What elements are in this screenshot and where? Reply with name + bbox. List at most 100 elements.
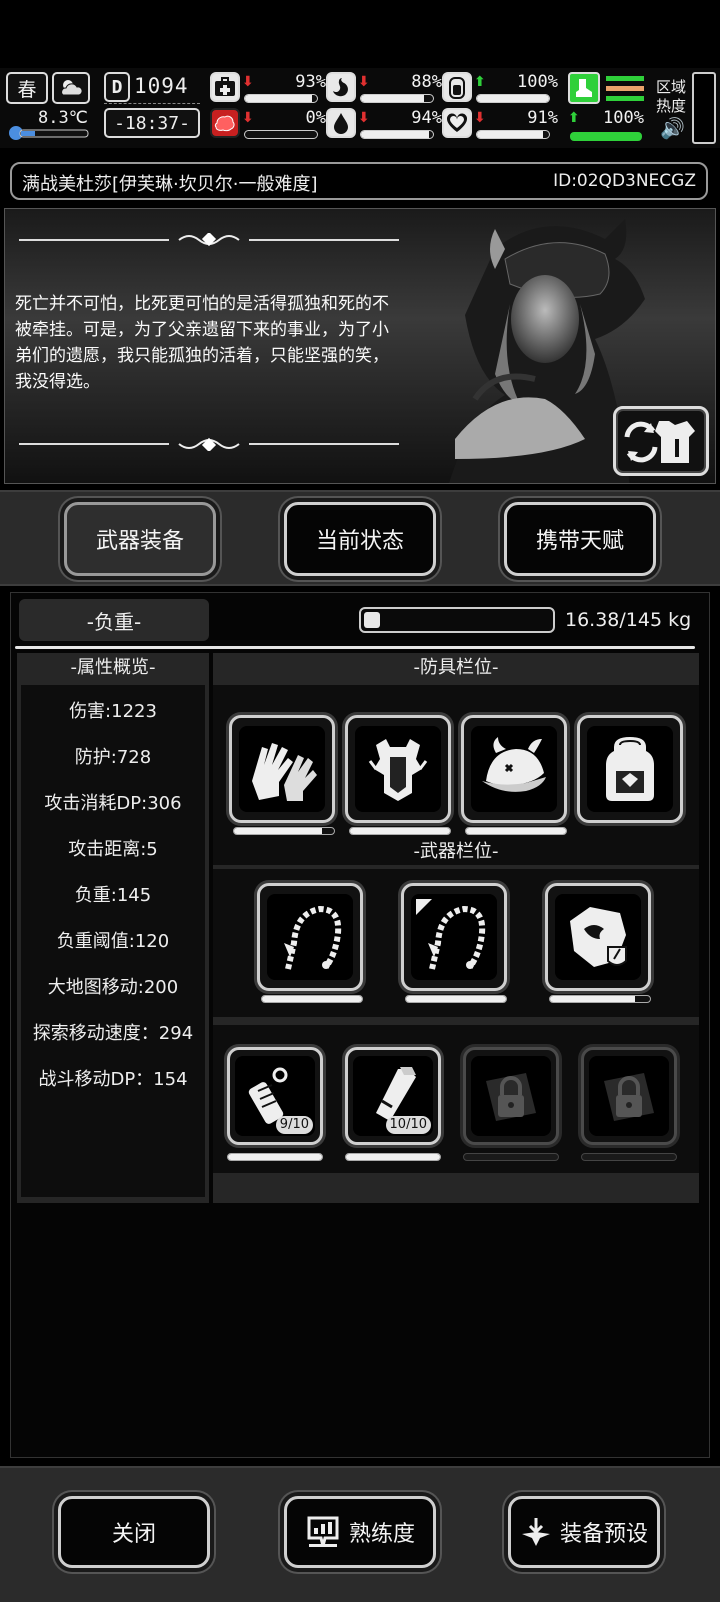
weather-icon[interactable] (52, 72, 90, 104)
sanity-value: 0% (305, 108, 326, 128)
attr-attack-dp-cost: 攻击消耗DP:306 (44, 793, 182, 814)
proficiency-button[interactable]: 熟练度 (284, 1496, 436, 1568)
character-title-bar: 满战美杜莎[伊芙琳·坎贝尔·一般难度] ID:02QD3NECGZ (10, 162, 708, 200)
armor-slot-head[interactable] (461, 715, 567, 823)
region-heat-meter (692, 72, 716, 144)
hunger-bar (360, 94, 434, 103)
trend-down-icon: ⬇ (358, 110, 370, 126)
hunger-value: 88% (411, 72, 442, 92)
weapon-durability-bar (549, 995, 651, 1003)
weight-label: -负重- (19, 599, 209, 641)
energy-stat[interactable]: ⬆ 100% (442, 72, 558, 106)
shield-icon (570, 907, 627, 967)
season-label: 春 (17, 78, 37, 101)
bottom-action-bar: 关闭 熟练度 装备预设 (0, 1466, 720, 1602)
trend-down-icon: ⬇ (474, 110, 486, 126)
locked-slot-icon (486, 1073, 536, 1121)
tab-label: 当前状态 (315, 529, 404, 554)
thorn-whip-icon (416, 899, 486, 970)
attr-load-threshold: 负重阈值:120 (56, 931, 170, 952)
weapon-slots (213, 869, 699, 1017)
armor-slot-body[interactable] (345, 715, 451, 823)
preset-label: 装备预设 (559, 1522, 648, 1547)
weapon-slot-3[interactable] (545, 883, 651, 991)
armor-slots-header: -防具栏位- (413, 657, 499, 678)
gloves-icon (252, 743, 317, 801)
attr-explore-speed: 探索移动速度：294 (32, 1023, 194, 1044)
weapon-slots-header: -武器栏位- (413, 841, 499, 862)
mood-stat[interactable]: ⬇ 91% (442, 108, 558, 142)
thirst-value: 94% (411, 108, 442, 128)
brain-icon (210, 108, 240, 138)
weapon-slot-1[interactable] (257, 883, 363, 991)
proficiency-icon (307, 1516, 339, 1547)
status-hud: 春 8.3℃ D 1094 -18:37- ⬇ 93% ⬇ 88% ⬆ 100%… (0, 68, 720, 148)
trend-up-icon: ⬆ (474, 74, 486, 90)
section-divider (15, 646, 695, 649)
attr-load: 负重:145 (74, 885, 152, 906)
season-badge[interactable]: 春 (6, 72, 48, 104)
tab-label: 武器装备 (95, 529, 184, 554)
horned-cap-icon (482, 737, 546, 792)
attributes-section: -属性概览- 伤害:1223 防护:728 攻击消耗DP:306 攻击距离:5 … (17, 653, 209, 1203)
attributes-header: -属性概览- (70, 657, 156, 678)
armor-slot-backpack[interactable] (577, 715, 683, 823)
stamina-stat[interactable]: ⬆ 100% (568, 72, 644, 144)
energy-bar (476, 94, 550, 103)
sanity-bar (244, 130, 318, 139)
body-armor-icon (368, 739, 428, 801)
character-name: 满战美杜莎[伊芙琳·坎贝尔·一般难度] (22, 174, 318, 195)
armor-slot-gloves[interactable] (229, 715, 335, 823)
health-bar (244, 94, 318, 103)
trend-down-icon: ⬇ (358, 74, 370, 90)
stamina-value: 100% (603, 108, 644, 128)
attr-combat-move-dp: 战斗移动DP：154 (38, 1069, 188, 1090)
item-count: 9/10 (275, 1116, 313, 1134)
region-heat-label: 区域热度 (656, 78, 687, 115)
character-id: ID:02QD3NECGZ (553, 171, 696, 191)
hunger-stat[interactable]: ⬇ 88% (326, 72, 442, 106)
tab-weapon-equipment[interactable]: 武器装备 (64, 502, 216, 576)
tab-current-status[interactable]: 当前状态 (284, 502, 436, 576)
change-outfit-icon (624, 421, 695, 463)
item-durability-bar (345, 1153, 441, 1161)
item-slot-3-locked[interactable] (463, 1047, 559, 1145)
close-label: 关闭 (111, 1522, 156, 1547)
health-stat[interactable]: ⬇ 93% (210, 72, 326, 106)
close-button[interactable]: 关闭 (58, 1496, 210, 1568)
change-outfit-button[interactable] (613, 406, 709, 476)
tab-label: 携带天赋 (535, 529, 624, 554)
item-slot-1[interactable]: 9/10 (227, 1047, 323, 1145)
locked-slot-icon (604, 1073, 654, 1121)
stamina-stripes (606, 76, 644, 104)
medkit-icon (210, 72, 240, 102)
item-durability-bar (581, 1153, 677, 1161)
thirst-bar (360, 130, 434, 139)
slots-section: -防具栏位- -武器栏位- 9/10 10/10 (213, 653, 699, 1203)
thirst-stat[interactable]: ⬇ 94% (326, 108, 442, 142)
weapon-durability-bar (405, 995, 507, 1003)
armor-durability-bar (465, 827, 567, 835)
temperature: 8.3℃ (38, 108, 88, 128)
speaker-icon[interactable]: 🔊 (660, 116, 685, 140)
armor-durability-bar (233, 827, 335, 835)
sanity-stat[interactable]: ⬇ 0% (210, 108, 326, 142)
item-slot-4-locked[interactable] (581, 1047, 677, 1145)
item-slot-2[interactable]: 10/10 (345, 1047, 441, 1145)
weapon-slot-2[interactable] (401, 883, 507, 991)
clock-time: -18:37- (114, 112, 190, 134)
armor-durability-bar (349, 827, 451, 835)
trend-down-icon: ⬇ (242, 74, 254, 90)
stomach-icon (326, 72, 356, 102)
water-drop-icon (326, 108, 356, 138)
item-slots: 9/10 10/10 (213, 1025, 699, 1173)
attr-map-movement: 大地图移动:200 (47, 977, 179, 998)
health-value: 93% (295, 72, 326, 92)
item-durability-bar (227, 1153, 323, 1161)
weight-value: 16.38/145 kg (565, 609, 692, 631)
tab-carried-talents[interactable]: 携带天赋 (504, 502, 656, 576)
ornament-divider-top (19, 233, 399, 247)
energy-value: 100% (517, 72, 558, 92)
equipment-preset-button[interactable]: 装备预设 (508, 1496, 660, 1568)
attributes-list: 伤害:1223 防护:728 攻击消耗DP:306 攻击距离:5 负重:145 … (21, 685, 205, 1197)
